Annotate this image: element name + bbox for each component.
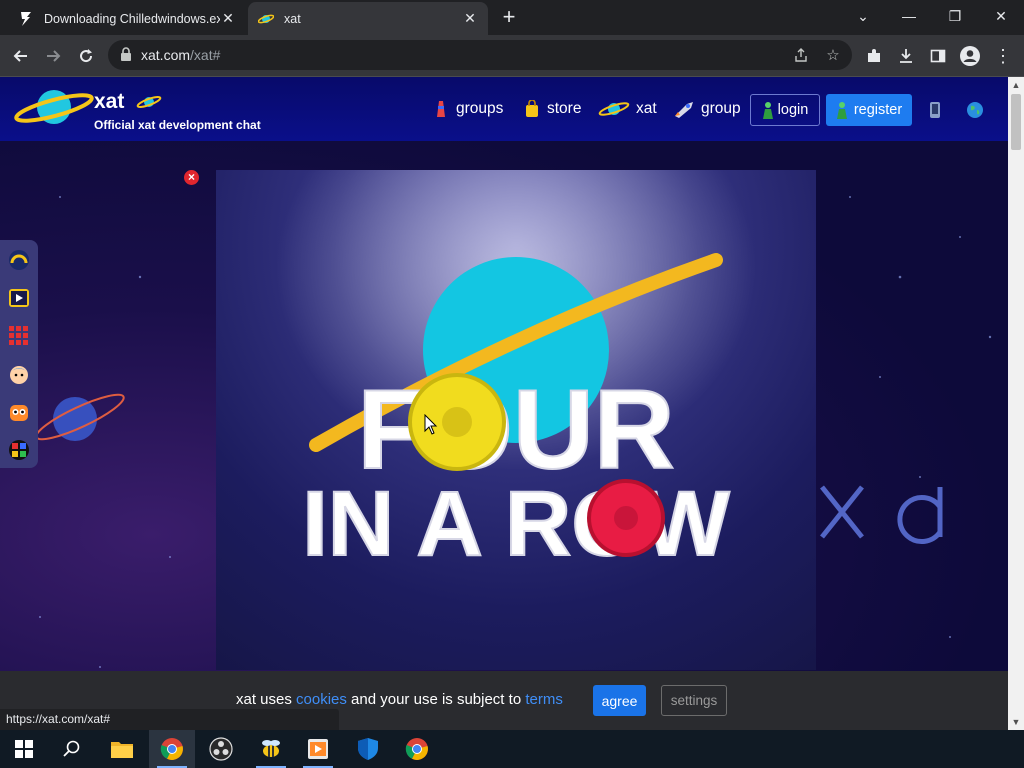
forward-icon[interactable] [40, 43, 66, 69]
xat-planet-icon [598, 100, 630, 118]
close-game-button[interactable]: × [184, 170, 199, 185]
close-window-button[interactable]: ✕ [978, 0, 1024, 32]
scroll-thumb[interactable] [1011, 94, 1021, 150]
nav-label: groups [456, 100, 504, 117]
lock-icon[interactable] [120, 47, 134, 63]
file-explorer-icon[interactable] [99, 730, 145, 768]
xat-logo-icon[interactable] [14, 85, 94, 131]
minimize-button[interactable]: — [886, 0, 932, 32]
brand-tagline: Official xat development chat [94, 118, 261, 132]
chilledwindows-favicon-icon [18, 11, 34, 27]
rainbow-app-icon[interactable] [8, 249, 30, 271]
nav-label: store [547, 100, 582, 117]
chrome-icon-2[interactable] [394, 730, 440, 768]
tab-downloading[interactable]: Downloading Chilledwindows.ex ✕ [8, 2, 246, 35]
side-panel-icon[interactable] [925, 43, 951, 69]
status-bar-url: https://xat.com/xat# [0, 709, 339, 730]
xat-page: xat Official xat development chat groups… [0, 77, 1008, 730]
robot-app-icon[interactable] [8, 401, 30, 423]
decor-planet-left [35, 393, 125, 441]
mouse-cursor-icon [424, 414, 438, 435]
color-wheel-app-icon[interactable] [8, 439, 30, 461]
xat-small-planet-icon [136, 96, 162, 108]
windows-taskbar [0, 730, 1024, 768]
media-app-icon[interactable] [295, 730, 341, 768]
login-person-icon [762, 102, 773, 119]
mobile-app-icon[interactable] [926, 101, 944, 119]
xat-neon-decor [820, 485, 943, 544]
tab-search-icon[interactable]: ⌄ [840, 0, 886, 32]
new-tab-button[interactable]: + [497, 6, 521, 30]
video-app-icon[interactable] [8, 287, 30, 309]
search-icon[interactable] [49, 730, 95, 768]
login-label: login [777, 102, 809, 118]
profile-avatar-icon[interactable] [957, 43, 983, 69]
nav-store[interactable]: store [523, 98, 581, 120]
cookie-message: xat uses cookies and your use is subject… [236, 691, 563, 708]
url-text: xat.com/xat# [141, 47, 221, 63]
tab-title: Downloading Chilledwindows.ex [44, 11, 220, 26]
grid-app-icon[interactable] [8, 325, 30, 347]
groups-icon [432, 100, 450, 118]
language-globe-icon[interactable] [966, 101, 984, 119]
page-scrollbar[interactable]: ▲ ▼ [1008, 77, 1024, 730]
xat-favicon-icon [258, 11, 274, 27]
extensions-icon[interactable] [861, 43, 887, 69]
nav-group[interactable]: group [673, 98, 741, 120]
terms-link[interactable]: terms [525, 691, 563, 708]
group-rocket-icon [673, 100, 695, 118]
agree-button[interactable]: agree [593, 685, 646, 716]
back-icon[interactable] [8, 43, 34, 69]
download-icon[interactable] [893, 43, 919, 69]
bookmark-star-icon[interactable]: ☆ [823, 45, 843, 65]
tab-strip: Downloading Chilledwindows.ex ✕ xat ✕ + … [0, 0, 1024, 35]
defender-icon[interactable] [345, 730, 391, 768]
nav-label: xat [636, 100, 657, 117]
browser-toolbar: xat.com/xat# ☆ ⋮ [0, 35, 1024, 77]
avatar-app-icon[interactable] [8, 363, 30, 385]
tab-xat[interactable]: xat ✕ [248, 2, 488, 35]
nav-xat[interactable]: xat [598, 98, 657, 120]
register-person-icon [836, 102, 847, 119]
side-app-rail [0, 240, 38, 468]
scroll-up-icon[interactable]: ▲ [1008, 77, 1024, 93]
address-bar[interactable]: xat.com/xat# ☆ [108, 40, 852, 70]
tab-close-icon[interactable]: ✕ [462, 10, 478, 27]
register-button[interactable]: register [826, 94, 912, 126]
store-bag-icon [523, 100, 541, 118]
register-label: register [853, 102, 903, 118]
site-header: xat Official xat development chat groups… [0, 77, 1008, 141]
scroll-down-icon[interactable]: ▼ [1008, 714, 1024, 730]
start-icon[interactable] [1, 730, 47, 768]
tab-title: xat [284, 11, 301, 26]
share-icon[interactable] [791, 45, 811, 65]
cookies-link[interactable]: cookies [296, 691, 347, 708]
chrome-icon[interactable] [149, 730, 195, 768]
brand-name[interactable]: xat [94, 90, 124, 114]
restore-button[interactable]: ❐ [932, 0, 978, 32]
nav-groups[interactable]: groups [432, 98, 503, 120]
obs-icon[interactable] [198, 730, 244, 768]
menu-kebab-icon[interactable]: ⋮ [990, 43, 1016, 69]
cookie-settings-button[interactable]: settings [661, 685, 727, 716]
tab-close-icon[interactable]: ✕ [220, 10, 236, 27]
nav-label: group [701, 100, 741, 117]
four-in-a-row-banner[interactable]: FOUR IN A ROW [216, 170, 816, 670]
reload-icon[interactable] [73, 43, 99, 69]
login-button[interactable]: login [750, 94, 820, 126]
game-title-line2: IN A ROW [302, 473, 730, 575]
bee-app-icon[interactable] [248, 730, 294, 768]
